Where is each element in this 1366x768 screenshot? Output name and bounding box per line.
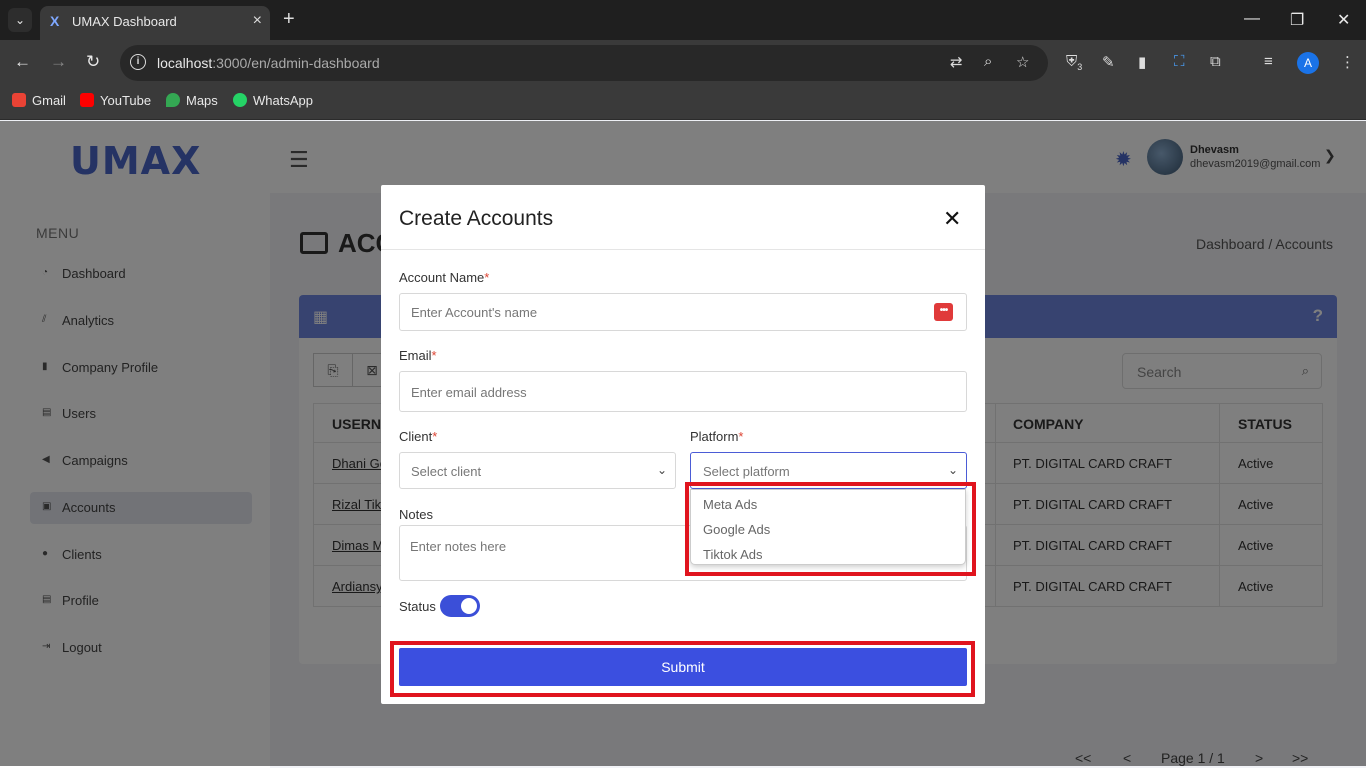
translate-icon[interactable]: ⇄ bbox=[950, 53, 963, 71]
chevron-down-icon: ⌄ bbox=[656, 463, 667, 477]
tab-search-icon[interactable]: ⌄ bbox=[8, 8, 32, 32]
browser-tabbar: ⌄ X UMAX Dashboard × + — ❐ ✕ bbox=[0, 0, 1366, 40]
eyedropper-extension-icon[interactable]: ✎ bbox=[1102, 53, 1115, 71]
browser-profile-avatar[interactable]: A bbox=[1297, 52, 1319, 74]
modal-title: Create Accounts bbox=[399, 207, 554, 230]
restore-icon[interactable]: ❐ bbox=[1290, 10, 1304, 30]
dropdown-highlight-box bbox=[685, 482, 976, 576]
address-bar: ← → ↻ i localhost:3000/en/admin-dashboar… bbox=[0, 40, 1366, 86]
toggle-knob bbox=[461, 598, 477, 614]
bookmark-youtube[interactable]: YouTube bbox=[80, 93, 151, 108]
media-control-icon[interactable]: ≡ bbox=[1264, 53, 1273, 70]
close-tab-icon[interactable]: × bbox=[253, 12, 262, 30]
gmail-icon bbox=[12, 93, 26, 107]
account-name-label: Account Name* bbox=[399, 270, 490, 285]
tab-title: UMAX Dashboard bbox=[72, 14, 177, 29]
url-field[interactable]: i localhost:3000/en/admin-dashboard ⇄ ⌕ … bbox=[120, 45, 1048, 81]
new-tab-icon[interactable]: + bbox=[283, 8, 295, 31]
site-info-icon[interactable]: i bbox=[130, 54, 146, 70]
bookmark-whatsapp[interactable]: WhatsApp bbox=[233, 93, 313, 108]
window-close-icon[interactable]: ✕ bbox=[1337, 10, 1350, 30]
close-icon[interactable]: ✕ bbox=[943, 206, 961, 232]
bookmark-star-icon[interactable]: ☆ bbox=[1016, 53, 1029, 71]
bookmark-gmail[interactable]: Gmail bbox=[12, 93, 66, 108]
maps-icon bbox=[166, 93, 180, 107]
docs-extension-icon[interactable]: ▮ bbox=[1138, 53, 1146, 71]
url-text: localhost:3000/en/admin-dashboard bbox=[157, 55, 380, 71]
zoom-icon[interactable]: ⌕ bbox=[984, 53, 992, 70]
back-icon[interactable]: ← bbox=[14, 52, 31, 72]
forward-icon[interactable]: → bbox=[50, 52, 67, 72]
umax-favicon-icon: X bbox=[50, 13, 60, 29]
password-manager-icon[interactable]: ••• bbox=[934, 303, 953, 321]
browser-tab[interactable]: X UMAX Dashboard × bbox=[40, 6, 270, 40]
minimize-icon[interactable]: — bbox=[1244, 10, 1260, 28]
client-select[interactable]: Select client ⌄ bbox=[399, 452, 676, 489]
chevron-down-icon: ⌄ bbox=[947, 463, 958, 477]
bookmarks-bar: Gmail YouTube Maps WhatsApp bbox=[0, 86, 1366, 120]
whatsapp-icon bbox=[233, 93, 247, 107]
client-label: Client* bbox=[399, 429, 438, 444]
modal-divider bbox=[381, 249, 985, 250]
create-accounts-modal: Create Accounts ✕ Account Name* Enter Ac… bbox=[381, 185, 985, 704]
youtube-icon bbox=[80, 93, 94, 107]
extensions-puzzle-icon[interactable]: ⧉ bbox=[1210, 53, 1221, 70]
email-input[interactable]: Enter email address bbox=[399, 371, 967, 412]
browser-menu-icon[interactable]: ⋮ bbox=[1340, 53, 1355, 71]
status-label: Status bbox=[399, 599, 436, 614]
notes-label: Notes bbox=[399, 507, 433, 522]
reload-icon[interactable]: ↻ bbox=[86, 52, 100, 72]
email-label: Email* bbox=[399, 348, 437, 363]
status-toggle[interactable] bbox=[440, 595, 480, 617]
bookmark-maps[interactable]: Maps bbox=[166, 93, 218, 108]
account-name-input[interactable]: Enter Account's name ••• bbox=[399, 293, 967, 331]
platform-label: Platform* bbox=[690, 429, 744, 444]
screenshot-extension-icon[interactable]: ⛶ bbox=[1174, 53, 1185, 70]
ublock-extension-icon[interactable]: ⛨3 bbox=[1066, 53, 1082, 72]
submit-highlight-box bbox=[390, 641, 975, 697]
